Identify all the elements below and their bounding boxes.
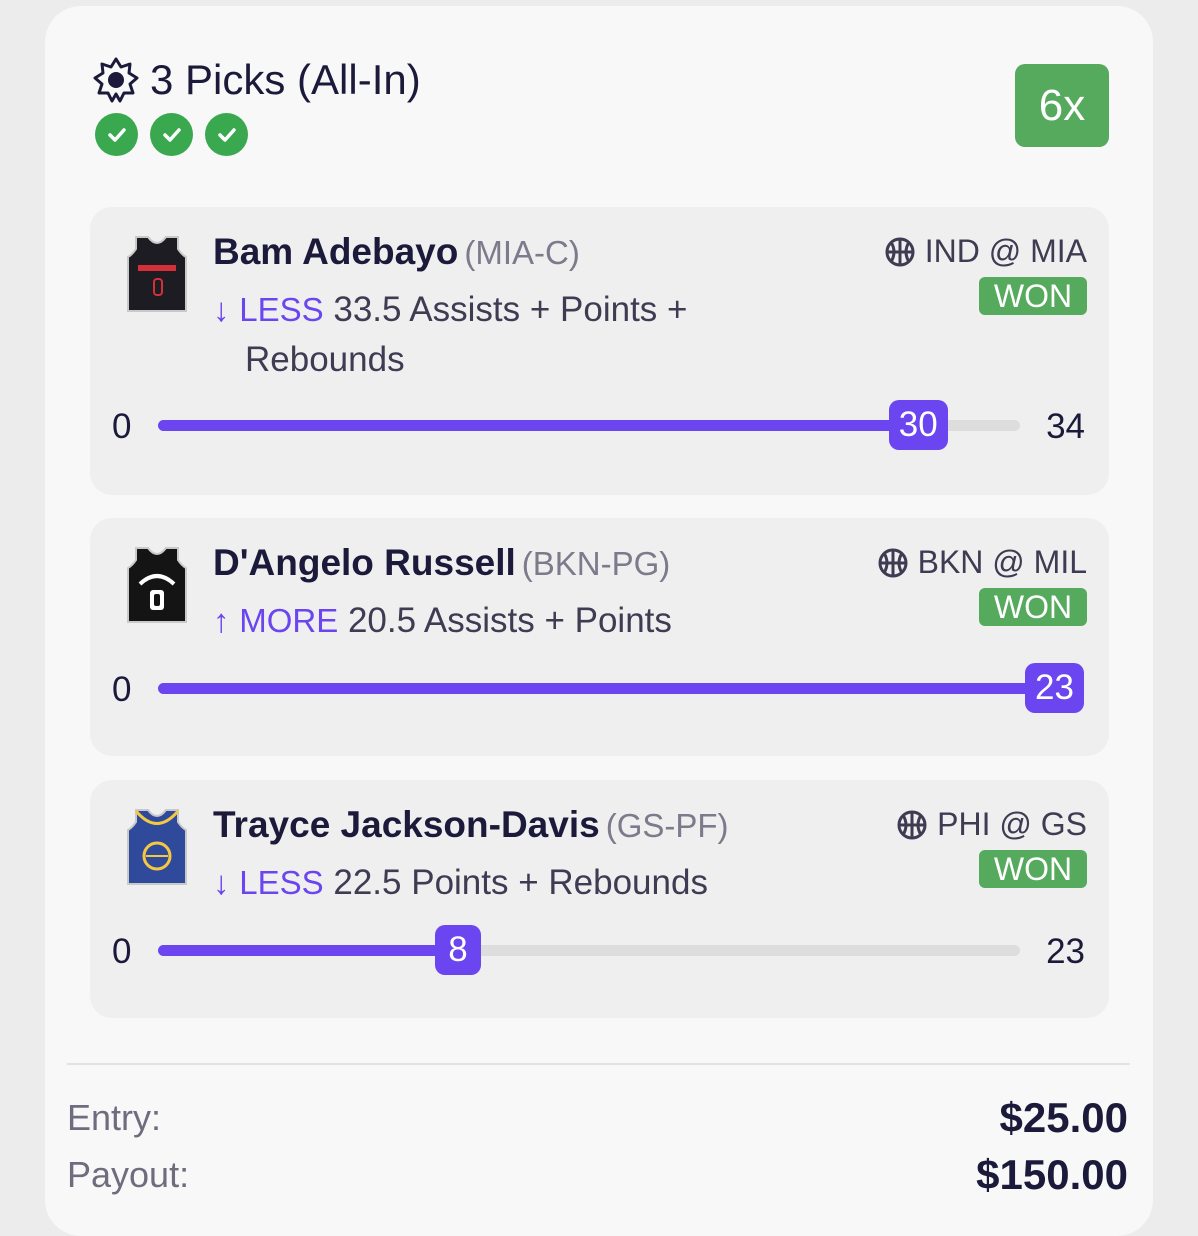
pick-line: ↓ LESS 22.5 Points + Rebounds: [213, 863, 708, 902]
range-max: 23: [1046, 932, 1085, 971]
entry-amount: $25.00: [999, 1094, 1128, 1141]
check-icon: [205, 113, 248, 156]
range-min: 0: [112, 407, 132, 446]
direction-label: MORE: [239, 602, 339, 639]
direction-label: LESS: [239, 864, 324, 901]
player-name: D'Angelo Russell (BKN-PG): [213, 542, 671, 583]
pick-line: ↓ LESS 33.5 Assists + Points + Rebounds: [213, 290, 688, 379]
player-name: Trayce Jackson-Davis (GS-PF): [213, 804, 729, 845]
check-icon: [95, 113, 138, 156]
actual-value-bubble: 8: [434, 925, 481, 975]
jersey-icon: [127, 236, 187, 312]
pick-line: ↑ MORE 20.5 Assists + Points: [213, 601, 672, 640]
entry-label: Entry:: [67, 1097, 162, 1138]
entry-title-text: 3 Picks (All-In): [150, 56, 421, 103]
result-badge: WON: [979, 588, 1087, 626]
actual-value-bubble: 30: [888, 400, 948, 450]
progress-fill: [158, 420, 919, 431]
payout-multiplier-badge: 6x: [1015, 64, 1109, 147]
matchup: BKN @ MIL: [878, 544, 1087, 581]
direction-label: LESS: [239, 291, 324, 328]
divider: [67, 1063, 1130, 1065]
result-badge: WON: [979, 850, 1087, 888]
range-min: 0: [112, 670, 132, 709]
progress-fill: [158, 683, 1084, 694]
actual-value-bubble: 23: [1025, 663, 1084, 713]
check-icon: [150, 113, 193, 156]
jersey-icon: [127, 547, 187, 623]
matchup: PHI @ GS: [897, 806, 1087, 843]
range-max: 34: [1046, 407, 1085, 446]
jersey-icon: [127, 809, 187, 885]
progress-track: 8: [158, 925, 1020, 975]
progress-track: 30: [158, 400, 1020, 450]
basketball-icon: [878, 548, 908, 577]
pick-card[interactable]: Bam Adebayo (MIA-C) ↓ LESS 33.5 Assists +…: [90, 207, 1109, 495]
player-name: Bam Adebayo (MIA-C): [213, 231, 580, 272]
pick-card[interactable]: Trayce Jackson-Davis (GS-PF) ↓ LESS 22.5 …: [90, 780, 1109, 1018]
pick-status-checks: [95, 113, 248, 156]
basketball-icon: [897, 810, 927, 839]
pick-card[interactable]: D'Angelo Russell (BKN-PG) ↑ MORE 20.5 Ass…: [90, 518, 1109, 756]
progress-track: 23: [158, 663, 1084, 713]
sun-badge-icon: [93, 57, 139, 103]
entry-title: 3 Picks (All-In): [92, 52, 421, 108]
payout-amount: $150.00: [976, 1151, 1128, 1198]
payout-label: Payout:: [67, 1154, 190, 1195]
progress-fill: [158, 945, 458, 956]
result-badge: WON: [979, 277, 1087, 315]
range-min: 0: [112, 932, 132, 971]
basketball-icon: [885, 237, 915, 266]
matchup: IND @ MIA: [885, 233, 1087, 270]
